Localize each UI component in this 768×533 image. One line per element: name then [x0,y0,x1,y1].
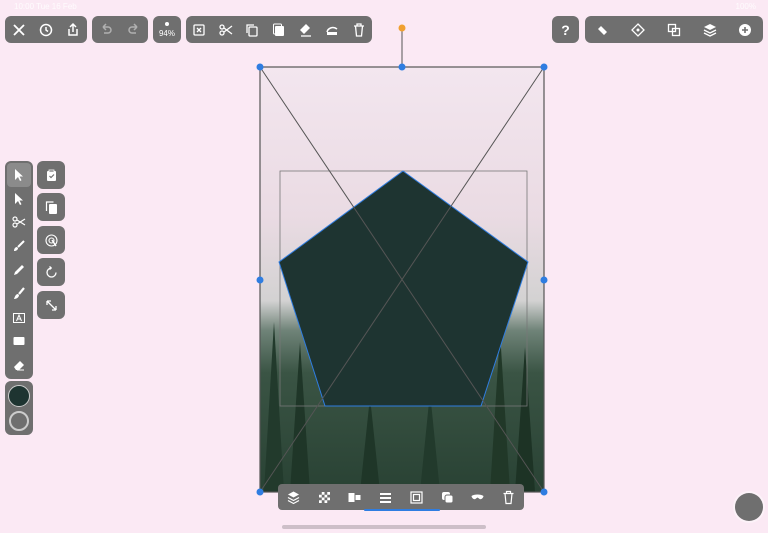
delete-icon[interactable] [498,486,520,508]
selection-action-bar [278,484,524,510]
resize-handle[interactable] [540,276,548,284]
selection-overlay [256,24,548,496]
mask-icon[interactable] [405,486,427,508]
arrange-icon[interactable] [282,486,304,508]
distribute-icon[interactable] [375,486,397,508]
rotation-handle[interactable] [398,24,406,32]
resize-handle[interactable] [256,276,264,284]
resize-handle[interactable] [540,488,548,496]
resize-handle[interactable] [256,63,264,71]
home-indicator [282,525,486,529]
floating-action-button[interactable] [735,493,763,521]
visibility-icon[interactable] [467,486,489,508]
group-icon[interactable] [436,486,458,508]
resize-handle[interactable] [540,63,548,71]
resize-handle[interactable] [398,63,406,71]
action-bar-indicator [364,509,440,511]
pentagon-shape[interactable] [278,170,529,407]
align-icon[interactable] [344,486,366,508]
transparency-icon[interactable] [313,486,335,508]
resize-handle[interactable] [256,488,264,496]
